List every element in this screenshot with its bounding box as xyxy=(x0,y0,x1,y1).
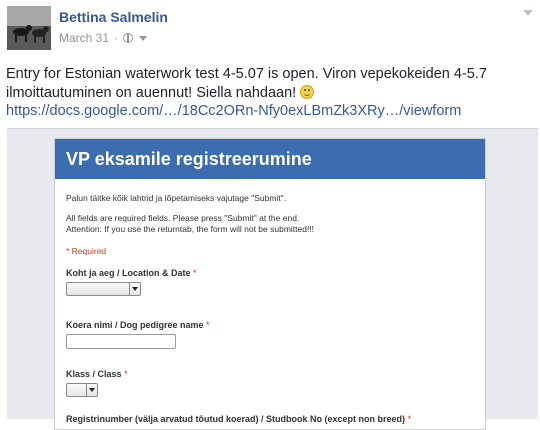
location-select[interactable] xyxy=(66,282,141,296)
link-preview-image[interactable]: VP eksamile registreerumine Palun täitke… xyxy=(7,128,538,430)
question-class-label: Klass / Class * xyxy=(66,369,128,379)
post-body: Entry for Estonian waterwork test 4-5.07… xyxy=(6,65,526,103)
chevron-down-icon xyxy=(86,384,97,396)
form-card: VP eksamile registreerumine Palun täitke… xyxy=(54,138,486,430)
question-studbook-label: Registrinumber (välja arvatud tõutud koe… xyxy=(66,414,412,424)
post-date[interactable]: March 31 xyxy=(59,31,109,45)
question-dog-name-label: Koera nimi / Dog pedigree name * xyxy=(66,320,210,330)
form-intro: Palun täitke kõik lahtrid ja lõpetamisek… xyxy=(66,193,287,203)
meta-separator: · xyxy=(114,31,119,45)
post-text: Entry for Estonian waterwork test 4-5.07… xyxy=(6,66,487,101)
post-link[interactable]: https://docs.google.com/…/18Cc2ORn-Nfy0e… xyxy=(6,103,461,119)
required-note: * Required xyxy=(66,246,107,256)
profile-avatar[interactable] xyxy=(7,6,51,50)
class-select[interactable] xyxy=(66,383,98,397)
post-meta: March 31 · xyxy=(59,31,148,45)
smiley-icon xyxy=(300,85,315,99)
form-body: Palun täitke kõik lahtrid ja lõpetamisek… xyxy=(55,179,485,424)
post-options-chevron-icon[interactable] xyxy=(523,10,533,16)
form-title: VP eksamile registreerumine xyxy=(55,139,485,179)
form-note-line1: All fields are required fields. Please p… xyxy=(66,213,300,223)
chevron-down-icon xyxy=(129,283,140,295)
question-location-label: Koht ja aeg / Location & Date * xyxy=(66,268,197,278)
globe-icon[interactable] xyxy=(123,33,134,43)
dogs-photo-icon xyxy=(7,6,51,50)
dog-name-input[interactable] xyxy=(66,334,176,349)
author-name[interactable]: Bettina Salmelin xyxy=(59,9,168,25)
form-note-line2: Attention: If you use the returntab, the… xyxy=(66,224,315,234)
privacy-caret-icon[interactable] xyxy=(139,35,148,41)
